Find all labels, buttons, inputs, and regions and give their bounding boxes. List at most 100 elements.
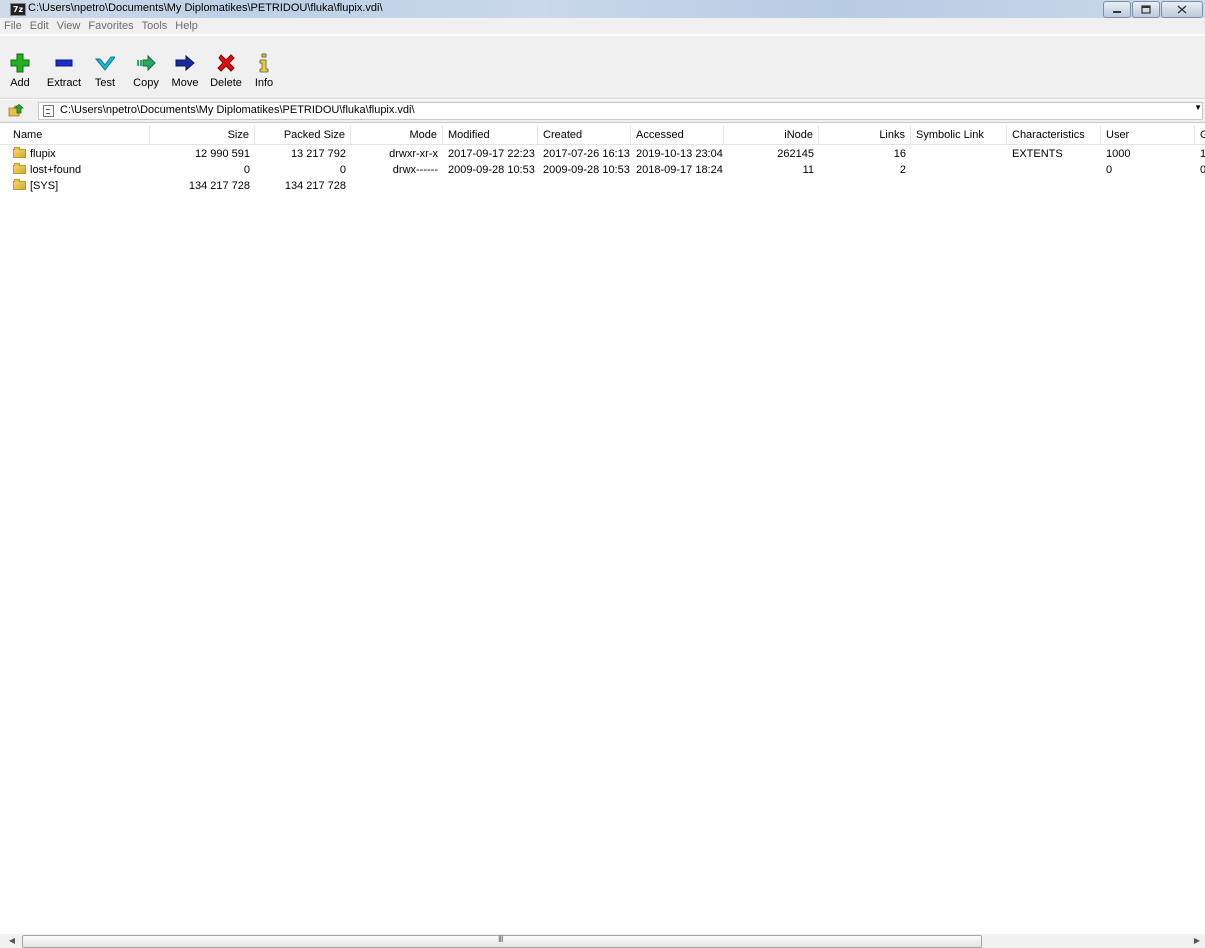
scrollbar-thumb[interactable]: III (22, 934, 982, 948)
col-header-symbolic-link[interactable]: Symbolic Link (911, 126, 1007, 144)
minimize-icon (1113, 10, 1121, 13)
col-header-name[interactable]: Name (0, 126, 150, 144)
move-arrow-icon (175, 54, 195, 72)
move-button[interactable]: Move (165, 53, 205, 89)
check-icon (95, 56, 115, 71)
menu-tools[interactable]: Tools (138, 20, 172, 32)
row-size: 0 (243, 164, 250, 176)
row-packed-size: 13 217 792 (290, 148, 346, 160)
row-name-cell: flupix (13, 147, 150, 162)
row-links: 2 (899, 164, 906, 176)
row-inode: 262145 (777, 148, 814, 160)
scroll-left-icon[interactable]: ◀ (4, 934, 20, 948)
table-row[interactable]: lost+found 0 0 drwx------ 2009-09-28 10:… (0, 163, 1205, 178)
row-name-cell: [SYS] (13, 179, 150, 194)
row-symlink (916, 179, 1007, 194)
row-accessed: 2019-10-13 23:04 (636, 148, 723, 160)
row-inode (724, 179, 814, 194)
table-row[interactable]: flupix 12 990 591 13 217 792 drwxr-xr-x … (0, 147, 1205, 162)
folder-icon (13, 179, 27, 190)
window-title: C:\Users\npetro\Documents\My Diplomatike… (28, 2, 383, 14)
row-mode: drwx------ (392, 164, 438, 176)
row-symlink (916, 163, 1007, 178)
menu-bar: File Edit View Favorites Tools Help (0, 18, 1205, 34)
add-button[interactable]: Add (0, 53, 40, 89)
col-header-user[interactable]: User (1101, 126, 1195, 144)
row-symlink (916, 147, 1007, 162)
col-header-group[interactable]: G (1195, 126, 1205, 144)
minimize-button[interactable] (1103, 1, 1131, 18)
address-path: C:\Users\npetro\Documents\My Diplomatike… (60, 104, 415, 116)
row-accessed (636, 179, 724, 194)
info-label: Info (254, 77, 274, 89)
row-created (543, 179, 631, 194)
move-label: Move (171, 77, 199, 89)
close-button[interactable] (1161, 1, 1203, 18)
row-characteristics: EXTENTS (1012, 148, 1063, 160)
delete-x-icon (217, 54, 235, 72)
row-name: lost+found (30, 164, 82, 176)
test-button[interactable]: Test (85, 53, 125, 89)
app-icon: 7z (10, 3, 26, 16)
col-header-size[interactable]: Size (150, 126, 255, 144)
col-header-modified[interactable]: Modified (443, 126, 538, 144)
col-header-created[interactable]: Created (538, 126, 631, 144)
col-header-characteristics[interactable]: Characteristics (1007, 126, 1101, 144)
copy-arrow-icon (137, 54, 156, 72)
plus-icon (10, 53, 30, 73)
row-mode (351, 179, 438, 194)
row-created: 2009-09-28 10:53 (543, 164, 630, 176)
horizontal-scrollbar[interactable]: ◀ III ▶ (0, 934, 1205, 948)
row-packed-size: 134 217 728 (284, 180, 346, 192)
folder-up-icon[interactable] (8, 104, 24, 118)
row-mode: drwxr-xr-x (389, 148, 438, 160)
folder-icon (13, 147, 27, 158)
row-modified (448, 179, 538, 194)
row-links (819, 179, 906, 194)
col-header-accessed[interactable]: Accessed (631, 126, 724, 144)
row-group: 0 (1200, 164, 1205, 176)
close-icon (1177, 5, 1187, 14)
chevron-down-icon[interactable]: ▼ (1194, 103, 1202, 112)
row-packed-size: 0 (339, 164, 346, 176)
col-header-mode[interactable]: Mode (351, 126, 443, 144)
row-accessed: 2018-09-17 18:24 (636, 164, 723, 176)
row-user: 1000 (1106, 148, 1131, 160)
row-name: [SYS] (30, 180, 59, 192)
folder-icon (13, 163, 27, 174)
delete-label: Delete (210, 77, 242, 89)
menu-file[interactable]: File (0, 20, 26, 32)
col-header-links[interactable]: Links (819, 126, 911, 144)
extract-button[interactable]: Extract (44, 53, 84, 89)
scroll-right-icon[interactable]: ▶ (1189, 934, 1205, 948)
copy-label: Copy (133, 77, 159, 89)
row-modified: 2009-09-28 10:53 (448, 164, 535, 176)
column-header-row: Name Size Packed Size Mode Modified Crea… (0, 126, 1205, 145)
maximize-icon (1141, 5, 1151, 14)
col-header-packed-size[interactable]: Packed Size (255, 126, 351, 144)
delete-button[interactable]: Delete (206, 53, 246, 89)
extract-label: Extract (46, 77, 82, 89)
info-button[interactable]: Info (244, 53, 284, 89)
row-group: 1 (1200, 148, 1205, 160)
row-size: 12 990 591 (194, 148, 250, 160)
table-row[interactable]: [SYS] 134 217 728 134 217 728 (0, 179, 1205, 194)
row-group (1200, 179, 1205, 194)
col-header-inode[interactable]: iNode (724, 126, 819, 144)
address-field[interactable]: C:\Users\npetro\Documents\My Diplomatike… (38, 102, 1203, 120)
menu-edit[interactable]: Edit (26, 20, 53, 32)
title-bar: 7z C:\Users\npetro\Documents\My Diplomat… (0, 0, 1205, 19)
menu-view[interactable]: View (53, 20, 85, 32)
add-label: Add (10, 77, 30, 89)
menu-help[interactable]: Help (171, 20, 202, 32)
menu-favorites[interactable]: Favorites (84, 20, 137, 32)
row-characteristics (1012, 179, 1101, 194)
copy-button[interactable]: Copy (126, 53, 166, 89)
row-inode: 11 (802, 164, 814, 176)
maximize-button[interactable] (1132, 1, 1160, 18)
row-links: 16 (893, 148, 906, 160)
row-user: 0 (1106, 164, 1113, 176)
row-size: 134 217 728 (188, 180, 250, 192)
row-user (1106, 179, 1195, 194)
row-name-cell: lost+found (13, 163, 150, 178)
